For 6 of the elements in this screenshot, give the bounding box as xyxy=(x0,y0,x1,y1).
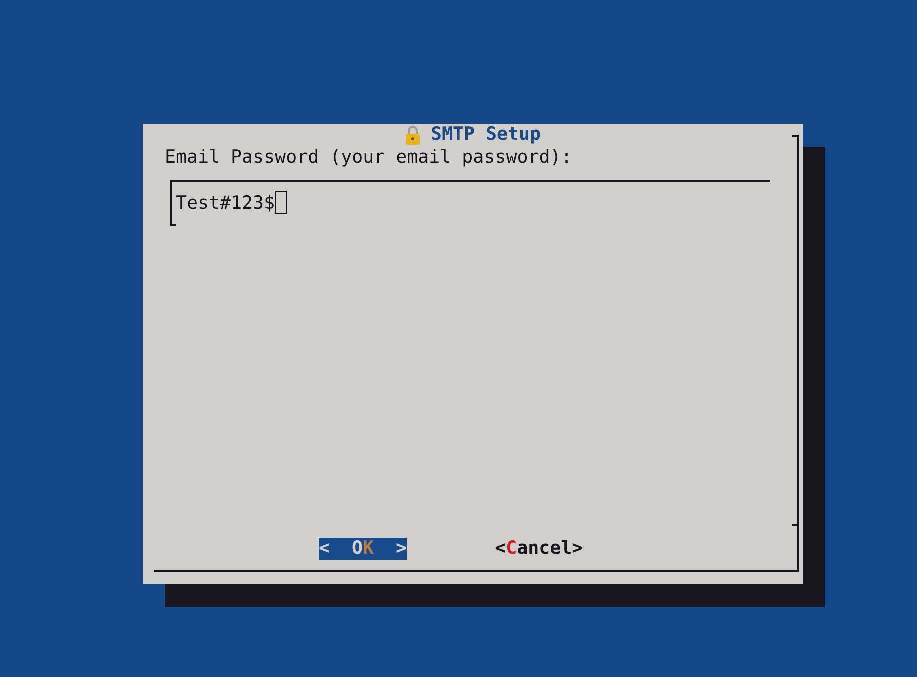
prompt-label: Email Password (your email password): xyxy=(165,147,572,168)
password-field[interactable]: Test#123$ xyxy=(170,180,770,226)
dialog-title: SMTP Setup xyxy=(430,124,542,146)
padlock-icon xyxy=(404,126,421,144)
dialog-button[interactable]: <Cancel> xyxy=(495,538,584,560)
dialog-button[interactable]: < OK > xyxy=(319,538,408,560)
